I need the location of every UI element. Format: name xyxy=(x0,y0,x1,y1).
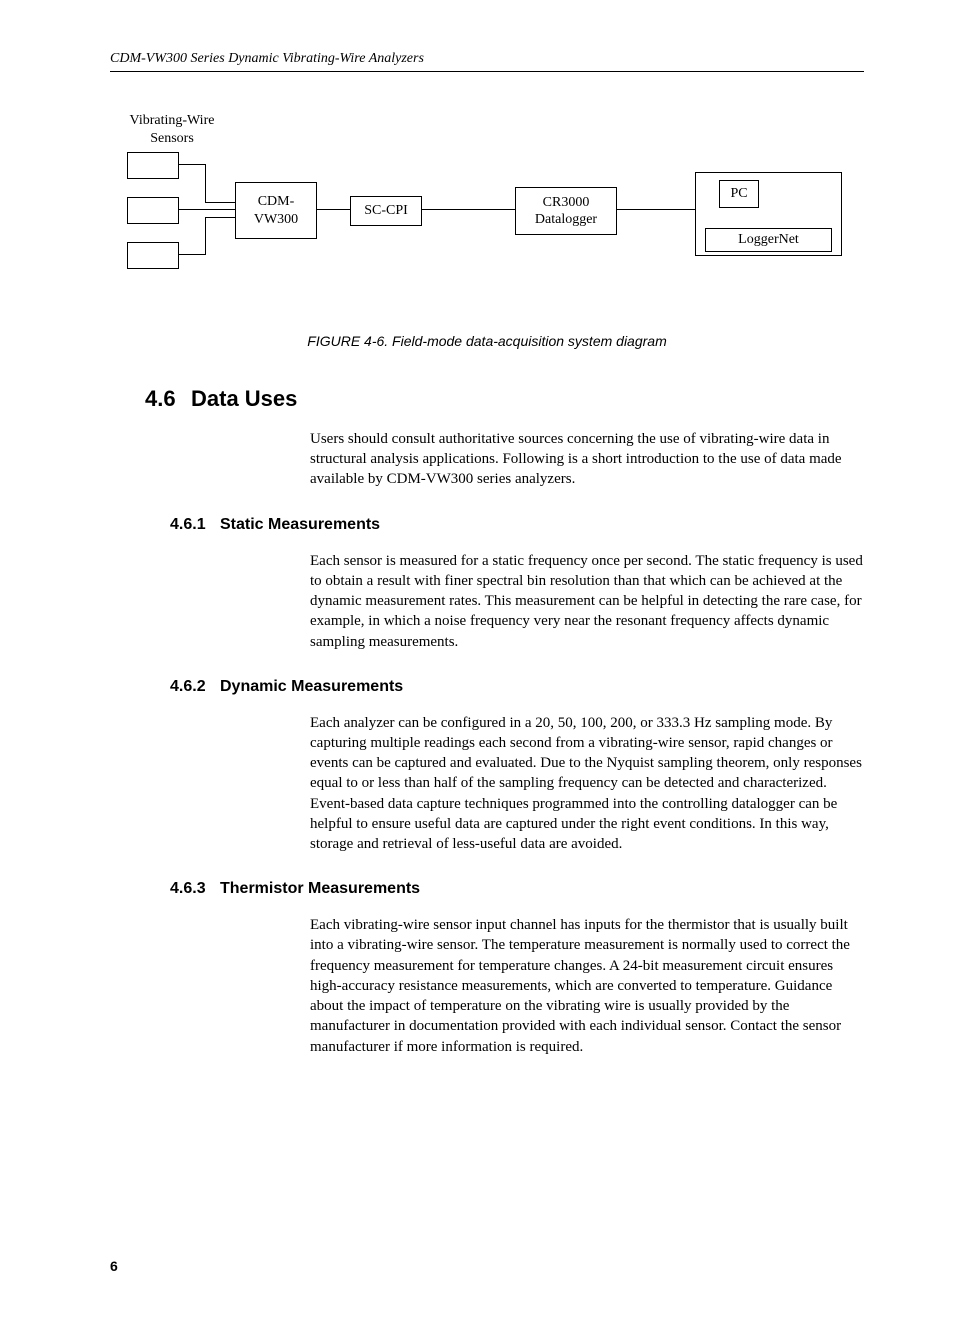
subsection-body: Each sensor is measured for a static fre… xyxy=(310,551,864,652)
subsection-number: 4.6.2 xyxy=(170,677,220,698)
subsection-title: Dynamic Measurements xyxy=(220,678,403,695)
page-number: 6 xyxy=(110,1257,864,1275)
sccpi-box: SC-CPI xyxy=(350,196,422,226)
figure-caption: FIGURE 4-6. Field-mode data-acquisition … xyxy=(110,332,864,350)
subsection-heading: 4.6.1Static Measurements xyxy=(170,515,864,536)
section-intro: Users should consult authoritative sourc… xyxy=(310,429,864,490)
sensor-box-1 xyxy=(127,152,179,179)
sensors-label: Vibrating-Wire Sensors xyxy=(117,112,227,148)
section-number: 4.6 xyxy=(145,385,191,414)
section-heading: 4.6Data Uses xyxy=(145,385,864,414)
subsection-body: Each vibrating-wire sensor input channel… xyxy=(310,915,864,1057)
loggernet-box: LoggerNet xyxy=(705,228,832,252)
sensor-box-2 xyxy=(127,197,179,224)
system-diagram: Vibrating-Wire Sensors CDM- VW300 SC-CPI… xyxy=(125,112,864,312)
running-header: CDM-VW300 Series Dynamic Vibrating-Wire … xyxy=(110,50,864,72)
subsection-body: Each analyzer can be configured in a 20,… xyxy=(310,713,864,855)
subsection-heading: 4.6.2Dynamic Measurements xyxy=(170,677,864,698)
subsection-heading: 4.6.3Thermistor Measurements xyxy=(170,879,864,900)
pc-label-box: PC xyxy=(719,180,759,208)
section-title: Data Uses xyxy=(191,386,297,411)
subsection-number: 4.6.1 xyxy=(170,515,220,536)
subsection-title: Thermistor Measurements xyxy=(220,880,420,897)
cr3000-box: CR3000 Datalogger xyxy=(515,187,617,235)
subsection-title: Static Measurements xyxy=(220,516,380,533)
sensor-box-3 xyxy=(127,242,179,269)
subsection-number: 4.6.3 xyxy=(170,879,220,900)
cdm-box: CDM- VW300 xyxy=(235,182,317,239)
